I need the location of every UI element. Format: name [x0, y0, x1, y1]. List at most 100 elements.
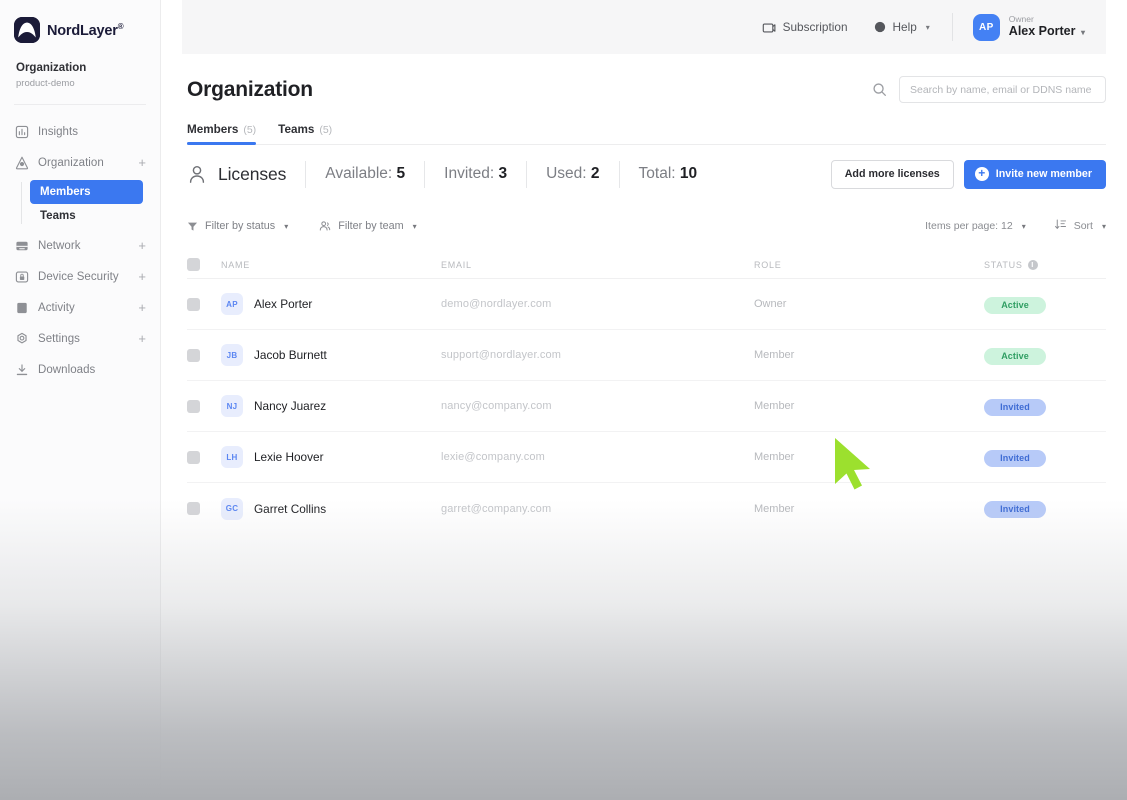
column-header-status: STATUS i [984, 259, 1106, 270]
sidebar-item-activity[interactable]: Activity + [0, 292, 160, 323]
member-name: Garret Collins [254, 501, 327, 516]
licenses-total: Total: 10 [638, 165, 698, 182]
avatar: NJ [221, 395, 243, 417]
table-row[interactable]: JB Jacob Burnett support@nordlayer.com M… [187, 330, 1106, 381]
organization-block: Organization product-demo [0, 43, 160, 104]
tab-label: Members [187, 123, 239, 136]
tab-teams[interactable]: Teams (5) [278, 123, 332, 144]
expand-icon[interactable]: + [138, 301, 148, 314]
avatar: JB [221, 344, 243, 366]
items-per-page-label: Items per page: 12 [925, 220, 1013, 232]
row-checkbox[interactable] [187, 502, 200, 515]
sidebar-item-organization[interactable]: Organization + [0, 147, 160, 178]
sidebar-nav: Insights Organization + Members Teams Ne… [0, 105, 160, 385]
column-header-name: NAME [221, 259, 251, 270]
subscription-button[interactable]: Subscription [762, 20, 848, 34]
person-icon [187, 164, 207, 185]
sidebar-item-settings[interactable]: Settings + [0, 323, 160, 354]
search-icon[interactable] [872, 82, 887, 97]
table-row[interactable]: GC Garret Collins garret@company.com Mem… [187, 483, 1106, 534]
avatar: AP [972, 13, 1000, 41]
search-input[interactable] [899, 76, 1106, 103]
cell-email: demo@nordlayer.com [441, 298, 552, 310]
licenses-invited: Invited: 3 [444, 165, 508, 182]
main-content: Subscription Help ▾ AP Owner Alex Porter… [161, 0, 1127, 800]
select-all-checkbox[interactable] [187, 258, 200, 271]
user-role: Owner [1008, 14, 1034, 24]
sidebar-item-teams[interactable]: Teams [30, 204, 143, 228]
cell-role: Member [754, 400, 795, 412]
invite-new-member-button[interactable]: + Invite new member [963, 159, 1106, 189]
status-badge: Invited [984, 449, 1046, 467]
items-per-page-dropdown[interactable]: Items per page: 12 ▾ [925, 220, 1026, 232]
expand-icon[interactable]: + [138, 332, 148, 345]
help-icon [874, 21, 886, 33]
brand-logo[interactable]: NordLayer® [0, 0, 160, 43]
table-row[interactable]: LH Lexie Hoover lexie@company.com Member… [187, 432, 1106, 483]
licenses-available: Available: 5 [325, 165, 406, 182]
chevron-down-icon: ▾ [412, 221, 417, 231]
chevron-down-icon: ▾ [1021, 221, 1026, 231]
expand-icon[interactable]: + [138, 239, 148, 252]
sidebar-subitem-label: Members [40, 186, 91, 198]
expand-icon[interactable]: + [138, 156, 148, 169]
tab-members[interactable]: Members (5) [187, 123, 257, 145]
row-checkbox[interactable] [187, 399, 200, 413]
sidebar-item-label: Network [38, 239, 81, 252]
status-badge: Active [984, 347, 1046, 365]
row-checkbox[interactable] [187, 297, 200, 311]
insights-icon [14, 124, 29, 139]
help-button[interactable]: Help ▾ [874, 20, 930, 34]
sidebar-item-network[interactable]: Network + [0, 230, 160, 261]
cell-name: AP Alex Porter [221, 293, 441, 315]
filter-by-team-dropdown[interactable]: Filter by team ▾ [318, 220, 417, 232]
row-checkbox[interactable] [187, 450, 200, 464]
cell-role: Member [754, 349, 795, 361]
sidebar-item-label: Device Security [38, 270, 119, 283]
cell-name: NJ Nancy Juarez [221, 395, 441, 417]
page-title: Organization [187, 77, 313, 101]
select-all-cell [187, 258, 221, 271]
cell-name: LH Lexie Hoover [221, 446, 441, 468]
expand-icon[interactable]: + [138, 270, 148, 283]
user-menu[interactable]: AP Owner Alex Porter ▾ [972, 13, 1085, 41]
sidebar-item-members[interactable]: Members [30, 180, 143, 204]
row-select-cell [187, 399, 221, 413]
avatar: LH [221, 446, 243, 468]
row-select-cell [187, 348, 221, 362]
sidebar-item-downloads[interactable]: Downloads [0, 354, 160, 385]
table-row[interactable]: AP Alex Porter demo@nordlayer.com Owner … [187, 279, 1106, 330]
tab-bar: Members (5) Teams (5) [161, 103, 1127, 145]
cell-name: GC Garret Collins [221, 497, 441, 520]
sidebar-item-insights[interactable]: Insights [0, 116, 160, 147]
filter-by-status-dropdown[interactable]: Filter by status ▾ [187, 220, 288, 232]
row-checkbox[interactable] [187, 348, 200, 362]
table-header-row: NAME EMAIL ROLE STATUS i [187, 251, 1106, 279]
sort-label: Sort [1073, 220, 1093, 232]
settings-icon [14, 331, 29, 346]
top-bar: Subscription Help ▾ AP Owner Alex Porter… [182, 0, 1106, 54]
row-select-cell [187, 502, 221, 515]
sidebar-item-label: Activity [38, 301, 75, 314]
topbar-divider [951, 13, 953, 41]
tab-count: (5) [243, 124, 257, 136]
sort-dropdown[interactable]: Sort ▾ [1054, 218, 1106, 234]
table-row[interactable]: NJ Nancy Juarez nancy@company.com Member… [187, 381, 1106, 432]
search-area [872, 76, 1106, 103]
chevron-down-icon: ▾ [1080, 28, 1085, 37]
sidebar-item-device-security[interactable]: Device Security + [0, 261, 160, 292]
cell-role: Member [754, 502, 795, 515]
add-more-licenses-button[interactable]: Add more licenses [830, 159, 954, 189]
cell-status: Invited [984, 499, 1106, 518]
status-badge: Invited [984, 398, 1046, 416]
user-info: Owner Alex Porter ▾ [1009, 14, 1085, 40]
page-header: Organization [161, 54, 1127, 103]
licenses-divider [526, 160, 528, 188]
info-icon[interactable]: i [1027, 259, 1038, 270]
cell-name: JB Jacob Burnett [221, 344, 441, 366]
sidebar-item-label: Insights [38, 125, 79, 138]
tab-label: Teams [278, 123, 315, 136]
column-header-role: ROLE [754, 259, 782, 270]
downloads-icon [14, 362, 29, 377]
members-table: NAME EMAIL ROLE STATUS i AP Alex Porter … [161, 251, 1127, 534]
